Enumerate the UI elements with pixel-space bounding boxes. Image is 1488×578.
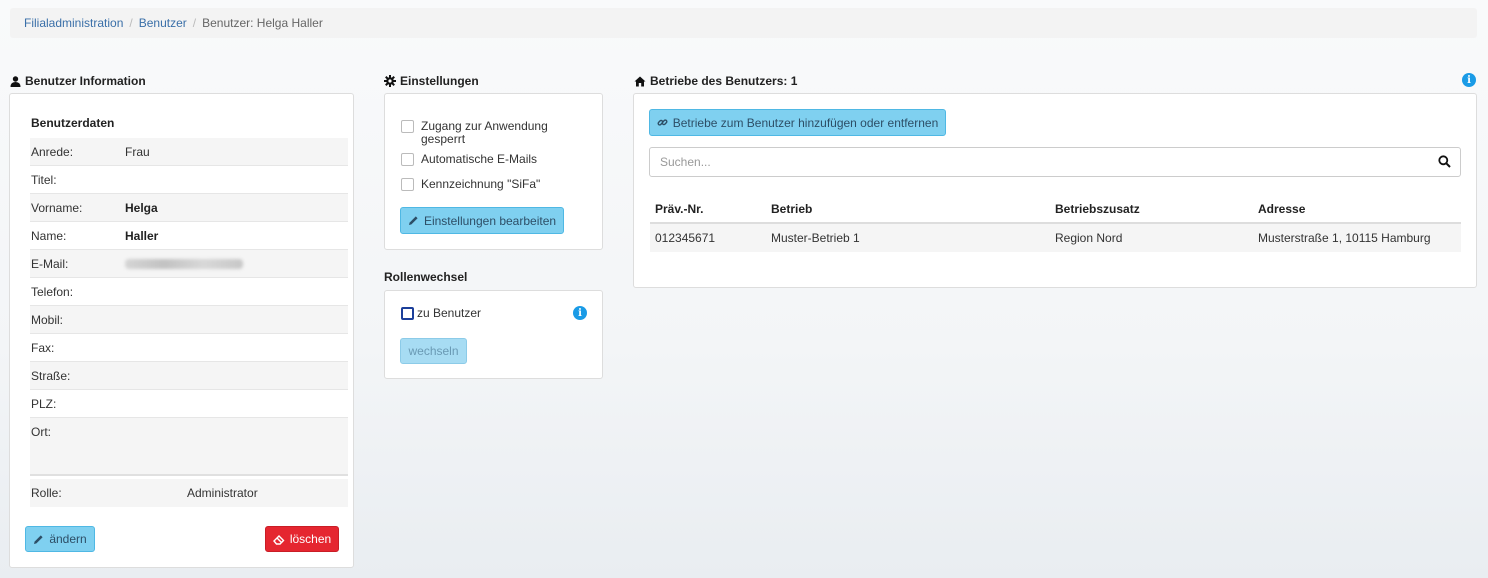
field-value: Helga (125, 200, 158, 215)
edit-user-label: ändern (49, 532, 87, 546)
field-label: Vorname: (31, 200, 83, 215)
table-header: Präv.-Nr. Betrieb Betriebszusatz Adresse (650, 195, 1461, 224)
field-vorname: Vorname: Helga (30, 194, 348, 222)
role-switch-title: Rollenwechsel (384, 270, 467, 284)
field-anrede: Anrede: Frau (30, 138, 348, 166)
edit-settings-label: Einstellungen bearbeiten (423, 213, 557, 228)
home-icon (634, 76, 646, 87)
col-betriebszusatz[interactable]: Betriebszusatz (1055, 202, 1258, 216)
user-info-title-text: Benutzer Information (25, 74, 146, 88)
field-label: Ort: (31, 425, 51, 439)
cell-betriebszusatz: Region Nord (1055, 231, 1123, 245)
settings-panel: Zugang zur Anwendung gesperrt Automatisc… (384, 93, 603, 250)
breadcrumb-separator: / (129, 16, 133, 30)
option-label: Kennzeichnung "SiFa" (421, 177, 541, 191)
field-strasse: Straße: (30, 362, 348, 390)
add-firms-button[interactable]: Betriebe zum Benutzer hinzufügen oder en… (649, 109, 946, 136)
field-label: Anrede: (31, 144, 74, 159)
breadcrumb-current: Benutzer: Helga Haller (202, 16, 323, 30)
field-name: Name: Haller (30, 222, 348, 250)
edit-user-button[interactable]: ändern (25, 526, 95, 552)
option-label: zu Benutzer (417, 306, 482, 320)
email-value-redacted (125, 258, 243, 269)
cell-adresse: Musterstraße 1, 10115 Hamburg (1258, 231, 1431, 245)
info-icon[interactable]: i (573, 306, 587, 320)
field-telefon: Telefon: (30, 278, 348, 306)
field-titel: Titel: (30, 166, 348, 194)
firms-table: Präv.-Nr. Betrieb Betriebszusatz Adresse… (650, 195, 1461, 252)
table-row[interactable]: 012345671 Muster-Betrieb 1 Region Nord M… (650, 224, 1461, 252)
user-icon (10, 75, 21, 87)
user-data-heading: Benutzerdaten (31, 116, 115, 130)
cell-betrieb: Muster-Betrieb 1 (771, 231, 860, 245)
breadcrumb-benutzer[interactable]: Benutzer (139, 16, 187, 30)
edit-settings-button[interactable]: Einstellungen bearbeiten (400, 207, 564, 234)
option-to-user[interactable]: zu Benutzer (401, 307, 481, 320)
pencil-icon (33, 534, 44, 545)
link-icon (657, 117, 668, 128)
gear-icon (384, 75, 396, 87)
option-auto-emails[interactable]: Automatische E-Mails (401, 153, 537, 166)
info-icon[interactable]: i (1462, 73, 1476, 87)
role-value: Administrator (187, 486, 258, 500)
switch-role-label: wechseln (408, 344, 459, 358)
add-firms-label: Betriebe zum Benutzer hinzufügen oder en… (672, 115, 939, 130)
field-rolle: Rolle: Administrator (30, 479, 348, 507)
col-betrieb[interactable]: Betrieb (771, 202, 1055, 216)
option-sifa[interactable]: Kennzeichnung "SiFa" (401, 178, 540, 191)
switch-role-button[interactable]: wechseln (400, 338, 467, 364)
field-label: E-Mail: (31, 256, 69, 271)
option-label: Automatische E-Mails (421, 152, 538, 166)
user-info-panel: Benutzerdaten Anrede: Frau Titel: Vornam… (9, 93, 354, 568)
settings-title-text: Einstellungen (400, 74, 479, 88)
firms-title: Betriebe des Benutzers: 1 (634, 74, 797, 88)
field-value: Frau (125, 144, 150, 159)
field-label: Telefon: (31, 284, 74, 299)
field-label: Titel: (31, 172, 57, 187)
option-access-locked[interactable]: Zugang zur Anwendung gesperrt (401, 120, 581, 146)
sifa-checkbox[interactable] (401, 178, 414, 191)
field-label: Straße: (31, 368, 71, 383)
role-switch-panel: zu Benutzer i wechseln (384, 290, 603, 379)
access-locked-checkbox[interactable] (401, 120, 414, 133)
breadcrumb-filialadministration[interactable]: Filialadministration (24, 16, 123, 30)
field-label: PLZ: (31, 396, 57, 411)
to-user-checkbox[interactable] (401, 307, 414, 320)
auto-emails-checkbox[interactable] (401, 153, 414, 166)
cell-praev-nr: 012345671 (655, 231, 716, 245)
field-label: Fax: (31, 340, 55, 355)
eraser-icon (272, 534, 285, 545)
search-input[interactable] (650, 148, 1410, 176)
field-label: Name: (31, 228, 67, 243)
role-label: Rolle: (31, 486, 62, 500)
firms-panel: Betriebe zum Benutzer hinzufügen oder en… (633, 93, 1477, 288)
col-praev-nr[interactable]: Präv.-Nr. (650, 202, 771, 216)
field-value: Haller (125, 228, 159, 243)
pencil-icon (408, 215, 419, 226)
user-info-title: Benutzer Information (10, 74, 146, 88)
breadcrumb: Filialadministration / Benutzer / Benutz… (10, 8, 1477, 38)
option-label: Zugang zur Anwendung gesperrt (421, 119, 548, 146)
field-fax: Fax: (30, 334, 348, 362)
role-switch-title-text: Rollenwechsel (384, 270, 468, 284)
field-plz: PLZ: (30, 390, 348, 418)
field-ort: Ort: (30, 418, 348, 476)
settings-title: Einstellungen (384, 74, 479, 88)
breadcrumb-separator: / (192, 16, 197, 30)
col-adresse[interactable]: Adresse (1258, 202, 1461, 216)
field-email: E-Mail: (30, 250, 348, 278)
firm-search[interactable] (649, 147, 1461, 177)
field-mobil: Mobil: (30, 306, 348, 334)
delete-user-button[interactable]: löschen (265, 526, 339, 552)
field-label: Mobil: (31, 312, 64, 327)
user-data-table: Anrede: Frau Titel: Vorname: Helga Name:… (30, 138, 348, 476)
search-icon[interactable] (1438, 155, 1451, 168)
firms-title-text: Betriebe des Benutzers: 1 (650, 74, 798, 88)
delete-user-label: löschen (289, 532, 332, 546)
